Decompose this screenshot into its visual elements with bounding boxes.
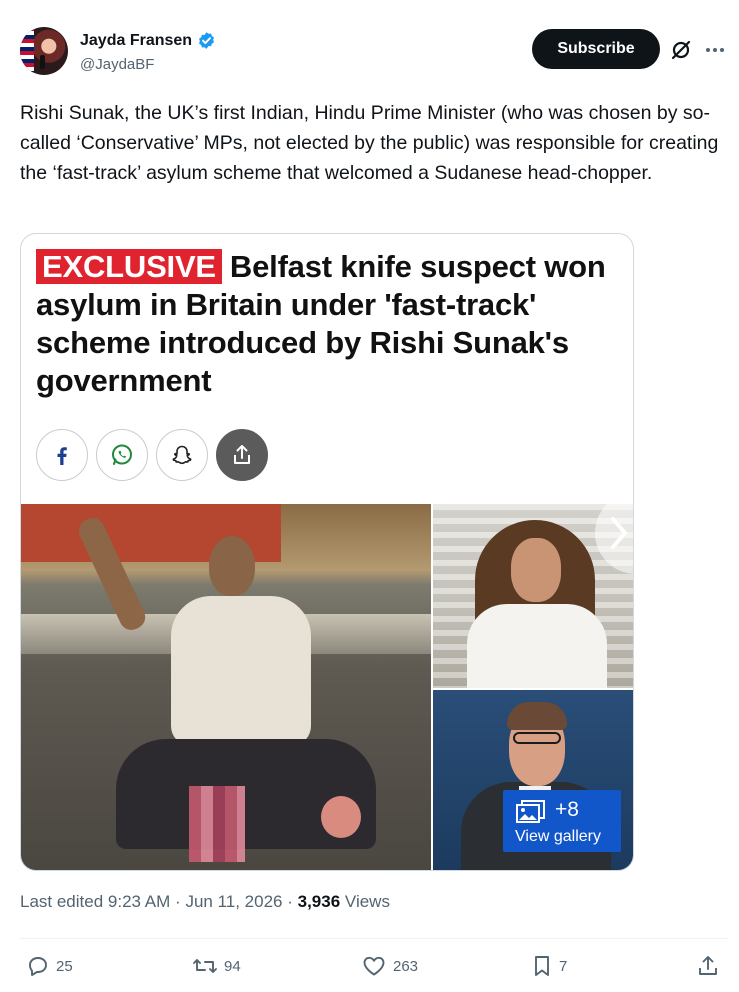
pixelated-blur-region <box>189 786 245 862</box>
heart-icon <box>363 956 385 976</box>
photo-second-hand <box>321 796 361 838</box>
reply-button[interactable]: 25 <box>26 954 73 978</box>
more-horizontal-icon[interactable] <box>704 39 726 61</box>
photo-glasses <box>513 732 561 744</box>
tweet-time[interactable]: 9:23 AM <box>108 892 170 911</box>
tweet-date[interactable]: Jun 11, 2026 <box>185 892 282 911</box>
chevron-right-icon <box>611 517 627 549</box>
gallery-count: +8 <box>555 798 579 821</box>
like-button[interactable]: 263 <box>361 954 418 978</box>
gallery-images-icon <box>516 800 545 823</box>
snapchat-icon <box>172 445 192 465</box>
share-icon <box>234 445 250 464</box>
exclusive-label: EXCLUSIVE <box>36 249 222 284</box>
reply-count: 25 <box>56 957 73 975</box>
name-row: Jayda Fransen <box>80 31 216 50</box>
subscribe-button[interactable]: Subscribe <box>532 29 660 69</box>
reply-icon <box>29 957 47 976</box>
tweet-text: Rishi Sunak, the UK’s first Indian, Hind… <box>20 102 719 184</box>
like-count: 263 <box>393 957 419 975</box>
article-headline: EXCLUSIVE Belfast knife suspect won asylu… <box>36 248 626 400</box>
views-label: Views <box>344 892 390 911</box>
repost-button[interactable]: 94 <box>192 954 241 978</box>
grok-slash-circle-icon[interactable] <box>670 39 692 61</box>
facebook-share-button[interactable] <box>36 429 88 481</box>
facebook-icon <box>57 447 67 465</box>
photo-face <box>511 538 561 602</box>
photo-hair <box>507 702 567 730</box>
bookmark-count: 7 <box>559 957 568 975</box>
meta-separator: · <box>287 892 293 911</box>
photo-white-jacket <box>467 604 607 688</box>
whatsapp-icon <box>112 444 132 465</box>
views-count: 3,936 <box>297 892 341 911</box>
main-article-photo[interactable] <box>21 504 431 870</box>
microphone-graphic <box>40 55 45 69</box>
view-gallery-button[interactable]: +8 View gallery <box>503 790 621 852</box>
tweet-action-bar: 25 94 263 7 <box>0 948 739 988</box>
photo-figure-head <box>209 536 255 596</box>
verified-badge-icon[interactable] <box>197 31 216 50</box>
union-flag-graphic <box>20 27 34 75</box>
author-display-name[interactable]: Jayda Fransen <box>80 32 192 50</box>
tweet-meta: Last edited 9:23 AM · Jun 11, 2026 · 3,9… <box>20 892 390 912</box>
gallery-label: View gallery <box>515 828 601 845</box>
repost-icon <box>193 959 217 973</box>
avatar[interactable] <box>20 27 68 75</box>
actions-divider <box>20 938 728 939</box>
bookmark-icon <box>535 956 549 976</box>
share-upload-icon <box>699 956 717 975</box>
tweet-header: Jayda Fransen @JaydaBF Subscribe <box>20 27 730 83</box>
bookmark-button[interactable]: 7 <box>531 954 567 978</box>
share-buttons-row <box>36 429 268 481</box>
share-tweet-button[interactable] <box>696 954 720 978</box>
author-handle[interactable]: @JaydaBF <box>80 56 154 73</box>
meta-separator: · <box>175 892 181 911</box>
edited-label[interactable]: Last edited <box>20 892 103 911</box>
share-button[interactable] <box>216 429 268 481</box>
photo-figure-torso <box>171 596 311 746</box>
repost-count: 94 <box>224 957 241 975</box>
whatsapp-share-button[interactable] <box>96 429 148 481</box>
article-card[interactable]: EXCLUSIVE Belfast knife suspect won asylu… <box>20 233 634 871</box>
snapchat-share-button[interactable] <box>156 429 208 481</box>
